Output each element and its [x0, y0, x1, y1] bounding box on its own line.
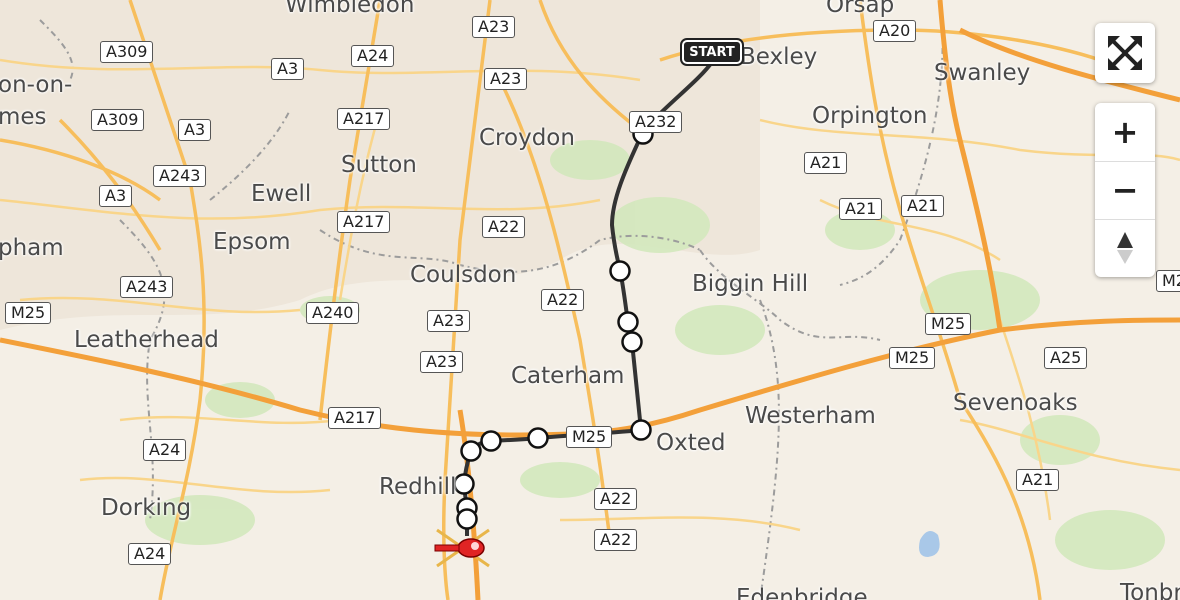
- place-label: Biggin Hill: [692, 271, 809, 297]
- road-shield: A23: [472, 16, 516, 38]
- place-label: Coulsdon: [410, 262, 517, 288]
- route-waypoint[interactable]: [460, 440, 482, 462]
- map-view[interactable]: Wimbledon Bexley Swanley Orpington Croyd…: [0, 0, 1180, 600]
- road-shield: A3: [178, 119, 212, 141]
- road-shield: A23: [420, 351, 464, 373]
- road-shield: A21: [901, 195, 945, 217]
- fullscreen-button[interactable]: [1095, 23, 1155, 83]
- road-shield: M25: [925, 313, 972, 335]
- road-shield: A309: [91, 109, 145, 131]
- road-shield: A243: [153, 165, 207, 187]
- road-shield: A3: [99, 185, 133, 207]
- route-waypoint[interactable]: [453, 473, 475, 495]
- route-waypoint[interactable]: [527, 427, 549, 449]
- road-shield: M25: [566, 426, 613, 448]
- road-shield: A24: [351, 45, 395, 67]
- road-shield: A309: [100, 41, 154, 63]
- place-label: on-on-: [0, 72, 73, 98]
- place-label: Croydon: [479, 125, 575, 151]
- fullscreen-icon: [1095, 23, 1155, 83]
- place-label: Sevenoaks: [953, 390, 1078, 416]
- route-waypoint[interactable]: [480, 430, 502, 452]
- place-label: Leatherhead: [74, 327, 219, 353]
- road-shield: A22: [541, 289, 585, 311]
- road-shield: A240: [306, 302, 360, 324]
- start-label: START: [689, 44, 735, 60]
- place-label: Sutton: [341, 152, 417, 178]
- road-shield: A20: [873, 20, 917, 42]
- road-shield: A243: [120, 276, 174, 298]
- road-shield: A22: [594, 529, 638, 551]
- route-waypoint[interactable]: [630, 419, 652, 441]
- place-label: Orpington: [812, 103, 928, 129]
- place-label: Redhill: [379, 474, 457, 500]
- place-label: Epsom: [213, 229, 291, 255]
- road-shield: A22: [594, 488, 638, 510]
- place-label: Orsap: [826, 0, 895, 18]
- zoom-controls: + −: [1095, 103, 1155, 277]
- road-shield: A25: [1044, 347, 1088, 369]
- road-shield: A217: [337, 108, 391, 130]
- road-shield: M25: [889, 347, 936, 369]
- place-label: Dorking: [101, 495, 192, 521]
- road-shield: A3: [271, 58, 305, 80]
- road-shield: A24: [143, 439, 187, 461]
- route-waypoint[interactable]: [609, 260, 631, 282]
- road-shield: A217: [337, 211, 391, 233]
- road-shield: A23: [427, 310, 471, 332]
- place-label: Caterham: [511, 363, 625, 389]
- place-label: Edenbridge: [736, 585, 868, 600]
- road-shield: A24: [128, 543, 172, 565]
- road-shield: A21: [804, 152, 848, 174]
- road-shield: A23: [484, 68, 528, 90]
- zoom-in-button[interactable]: +: [1095, 103, 1155, 162]
- route-waypoint[interactable]: [621, 331, 643, 353]
- road-shield: A21: [839, 198, 883, 220]
- road-shield: A232: [629, 111, 683, 133]
- place-label: pham: [0, 235, 64, 261]
- place-label: Oxted: [656, 430, 726, 456]
- road-shield: A21: [1016, 469, 1060, 491]
- road-shield: A217: [328, 407, 382, 429]
- road-shield: M25: [5, 302, 52, 324]
- zoom-out-button[interactable]: −: [1095, 161, 1155, 220]
- place-label: Tonbridge: [1120, 580, 1180, 600]
- place-label: Westerham: [745, 403, 876, 429]
- route-waypoint[interactable]: [456, 508, 478, 530]
- road-shield: M2: [1156, 270, 1180, 292]
- route-waypoint[interactable]: [617, 311, 639, 333]
- compass-icon: [1117, 232, 1133, 264]
- route-start-marker[interactable]: START: [680, 38, 744, 66]
- road-shield: A22: [482, 216, 526, 238]
- place-label: Wimbledon: [285, 0, 415, 18]
- place-label: mes: [0, 104, 47, 130]
- place-label: Ewell: [251, 181, 312, 207]
- place-label: Bexley: [740, 44, 818, 70]
- place-label: Swanley: [934, 60, 1031, 86]
- compass-button[interactable]: [1095, 219, 1155, 277]
